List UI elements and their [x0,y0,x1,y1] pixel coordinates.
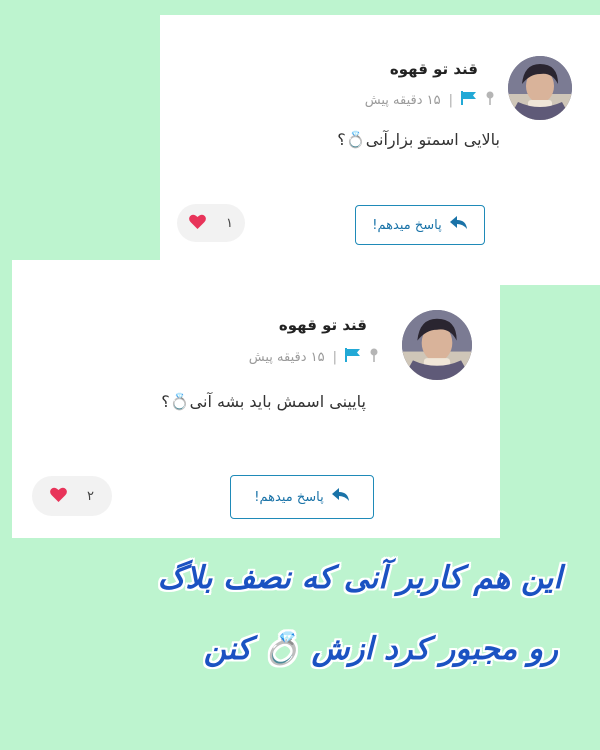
like-count: ۲ [87,488,94,504]
caption-line-1: این هم کاربر آنی که نصف بلاگ [157,560,562,596]
avatar-image [402,310,472,380]
timestamp: ۱۵ دقیقه پیش [248,349,325,365]
avatar[interactable] [402,310,472,380]
comment-meta: | ۱۵ دقیقه پیش [249,348,379,366]
reply-arrow-icon [449,216,468,234]
pin-icon[interactable] [485,91,495,109]
meta-separator: | [448,92,453,108]
heart-icon [189,214,206,233]
pin-icon[interactable] [369,348,379,366]
reply-label: پاسخ میدهم! [372,217,442,233]
flag-icon[interactable] [345,348,361,366]
comment-card-1: قند تو قهوه | ۱۵ دقیقه پیش بالایی اسمتو … [160,15,600,285]
timestamp: ۱۵ دقیقه پیش [364,92,441,108]
like-button[interactable]: ۲ [32,476,112,516]
comment-card-2: قند تو قهوه | ۱۵ دقیقه پیش پایینی اسمش ب… [12,260,500,538]
heart-icon [50,487,67,506]
reply-button[interactable]: پاسخ میدهم! [355,205,485,245]
comment-text: پایینی اسمش باید بشه آنی💍؟ [161,392,366,411]
like-count: ۱ [226,215,233,231]
reply-label: پاسخ میدهم! [254,489,324,505]
comment-text: بالایی اسمتو بزارآنی💍؟ [337,130,500,149]
avatar-image [508,56,572,120]
flag-icon[interactable] [461,91,477,109]
username[interactable]: قند تو قهوه [279,316,367,334]
meta-separator: | [332,349,337,365]
like-button[interactable]: ۱ [177,204,245,242]
reply-button[interactable]: پاسخ میدهم! [230,475,374,519]
caption-line-2: رو مجبور کرد ازش 💍 کنن [203,631,558,667]
reply-arrow-icon [331,488,350,506]
comment-meta: | ۱۵ دقیقه پیش [365,91,495,109]
username[interactable]: قند تو قهوه [390,60,478,78]
avatar[interactable] [508,56,572,120]
